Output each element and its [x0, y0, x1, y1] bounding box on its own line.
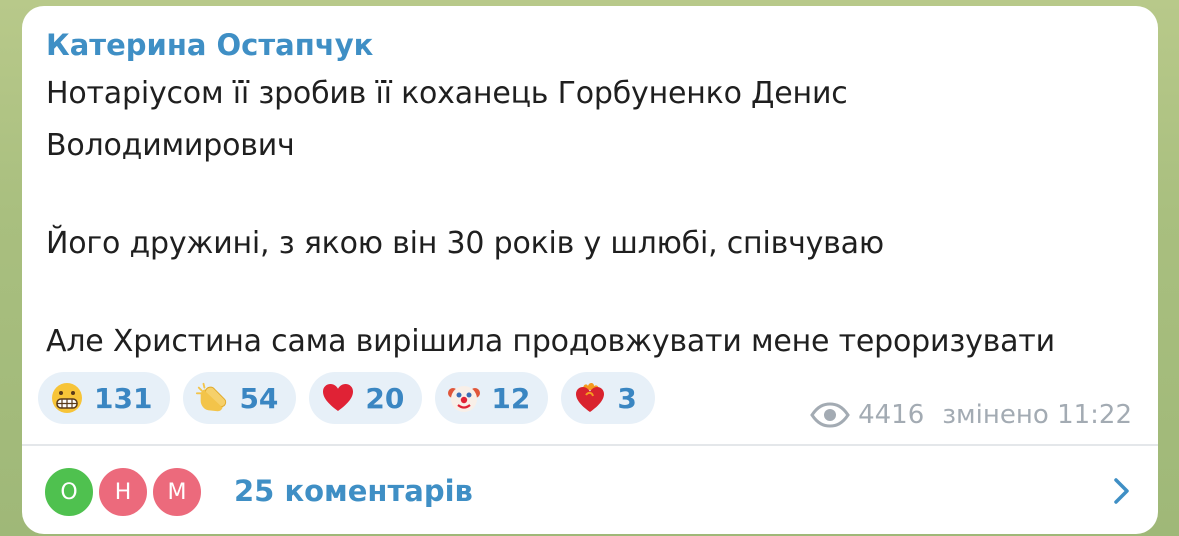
clapping-hands-emoji — [195, 381, 229, 415]
clown-face-emoji — [447, 381, 481, 415]
message-meta: 4416 змінено 11:22 — [810, 400, 1132, 430]
heart-on-fire-emoji — [573, 381, 607, 415]
avatar: Н — [96, 465, 150, 519]
commenter-avatars: О Н М — [42, 465, 212, 519]
grimacing-face-emoji — [50, 381, 84, 415]
message-text-line: Володимирович — [46, 128, 295, 163]
reaction-count: 54 — [239, 381, 279, 415]
avatar: М — [150, 465, 204, 519]
message-text-line: Нотаріусом її зробив її коханець Горбуне… — [46, 76, 848, 111]
red-heart-emoji — [321, 381, 355, 415]
reaction-clown[interactable]: 12 — [435, 372, 549, 424]
eye-icon — [810, 402, 850, 428]
reaction-heart-on-fire[interactable]: 3 — [561, 372, 655, 424]
comments-button[interactable]: О Н М 25 коментарів — [22, 446, 1158, 534]
message-text-line: Його дружині, з якою він 30 років у шлюб… — [46, 226, 884, 261]
avatar: О — [42, 465, 96, 519]
reaction-count: 12 — [491, 381, 531, 415]
reaction-heart[interactable]: 20 — [309, 372, 423, 424]
reaction-grimacing[interactable]: 131 — [38, 372, 171, 424]
author-name[interactable]: Катерина Остапчук — [46, 28, 373, 62]
comments-count-label: 25 коментарів — [234, 474, 473, 508]
reactions-bar: 131 54 20 12 3 — [38, 372, 655, 424]
message-bubble: Катерина Остапчук Нотаріусом її зробив ї… — [22, 6, 1158, 534]
edited-timestamp: змінено 11:22 — [942, 400, 1132, 430]
view-count: 4416 — [858, 400, 925, 430]
reaction-clapping[interactable]: 54 — [183, 372, 297, 424]
chevron-right-icon — [1112, 476, 1132, 506]
reaction-count: 3 — [617, 381, 637, 415]
message-text-line: Але Христина сама вирішила продовжувати … — [46, 324, 1055, 359]
reaction-count: 131 — [94, 381, 153, 415]
reaction-count: 20 — [365, 381, 405, 415]
